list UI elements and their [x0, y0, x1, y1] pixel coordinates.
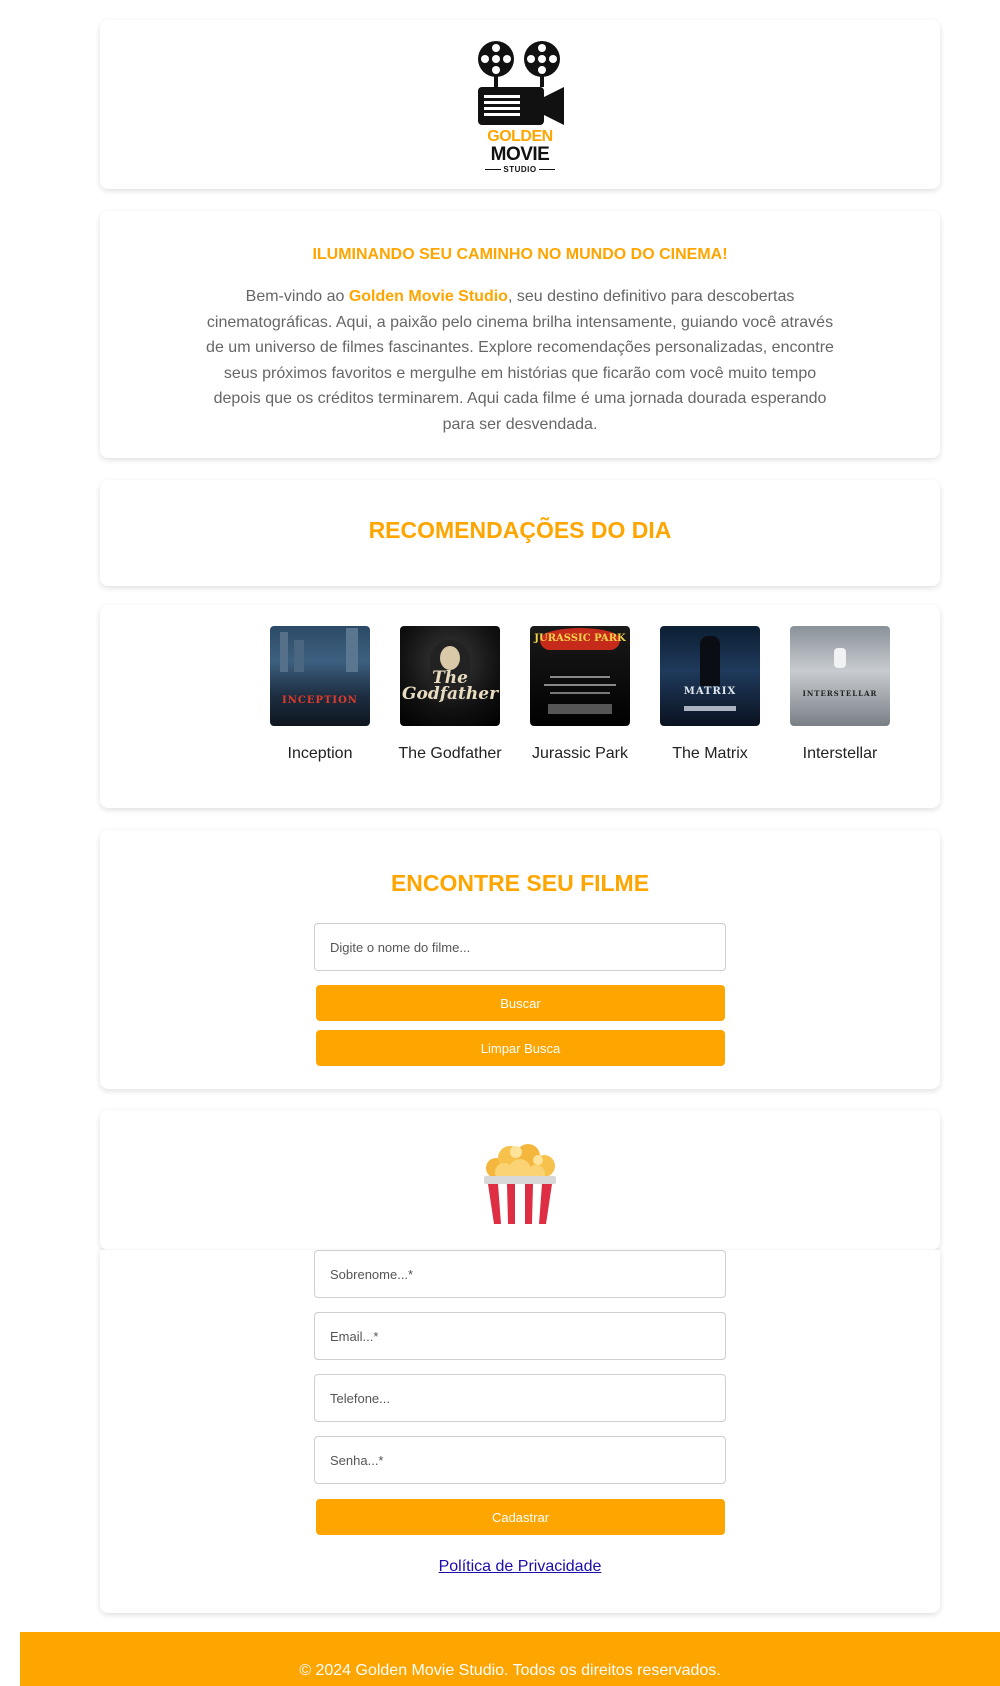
- movie-poster[interactable]: MATRIX: [660, 626, 760, 726]
- logo-text-movie: MOVIE: [490, 144, 550, 165]
- footer-copyright: © 2024 Golden Movie Studio. Todos os dir…: [299, 1662, 721, 1679]
- movie-card-the-godfather[interactable]: The Godfather The Godfather: [389, 626, 511, 763]
- movie-title: Inception: [287, 745, 353, 762]
- header-card: GOLDEN MOVIE STUDIO: [100, 20, 940, 189]
- privacy-policy-link[interactable]: Política de Privacidade: [100, 1558, 940, 1576]
- phone-field[interactable]: [314, 1374, 726, 1422]
- search-card: ENCONTRE SEU FILME Buscar Limpar Busca: [100, 830, 940, 1089]
- movies-card: INCEPTION Inception The Godfather The Go…: [100, 605, 940, 808]
- clear-search-button[interactable]: Limpar Busca: [316, 1030, 725, 1066]
- film-projector-icon: [478, 41, 564, 125]
- movie-poster[interactable]: INTERSTELLAR: [790, 626, 890, 726]
- movie-poster[interactable]: JURASSIC PARK: [530, 626, 630, 726]
- password-field[interactable]: [314, 1436, 726, 1484]
- register-card: Cadastrar Política de Privacidade: [100, 1250, 940, 1613]
- surname-field[interactable]: [314, 1250, 726, 1298]
- recommendations-title: RECOMENDAÇÕES DO DIA: [368, 517, 672, 543]
- intro-paragraph: Bem-vindo ao Golden Movie Studio, seu de…: [206, 288, 834, 433]
- movie-title: The Matrix: [672, 745, 748, 762]
- movie-search-input[interactable]: [314, 923, 726, 971]
- movie-title: Jurassic Park: [531, 745, 629, 762]
- logo-text-studio: STUDIO: [472, 165, 568, 174]
- movie-title: Interstellar: [802, 745, 878, 762]
- movie-poster[interactable]: INCEPTION: [270, 626, 370, 726]
- register-header-card: [100, 1110, 940, 1250]
- movie-card-interstellar[interactable]: INTERSTELLAR Interstellar: [779, 626, 901, 763]
- search-title: ENCONTRE SEU FILME: [390, 870, 650, 896]
- golden-movie-studio-logo[interactable]: GOLDEN MOVIE STUDIO: [472, 39, 568, 174]
- movie-card-jurassic-park[interactable]: JURASSIC PARK Jurassic Park: [519, 626, 641, 763]
- movie-card-inception[interactable]: INCEPTION Inception: [259, 626, 381, 763]
- footer: © 2024 Golden Movie Studio. Todos os dir…: [20, 1632, 1000, 1686]
- register-button[interactable]: Cadastrar: [316, 1499, 725, 1535]
- movie-card-the-matrix[interactable]: MATRIX The Matrix: [649, 626, 771, 763]
- popcorn-icon: [484, 1144, 556, 1224]
- brand-name: Golden Movie Studio: [348, 288, 508, 305]
- intro-heading: ILUMINANDO SEU CAMINHO NO MUNDO DO CINEM…: [312, 246, 728, 263]
- intro-card: ILUMINANDO SEU CAMINHO NO MUNDO DO CINEM…: [100, 211, 940, 458]
- movie-title: The Godfather: [398, 745, 502, 762]
- email-field[interactable]: [314, 1312, 726, 1360]
- search-button[interactable]: Buscar: [316, 985, 725, 1021]
- movie-poster[interactable]: The Godfather: [400, 626, 500, 726]
- recommendations-title-card: RECOMENDAÇÕES DO DIA: [100, 480, 940, 586]
